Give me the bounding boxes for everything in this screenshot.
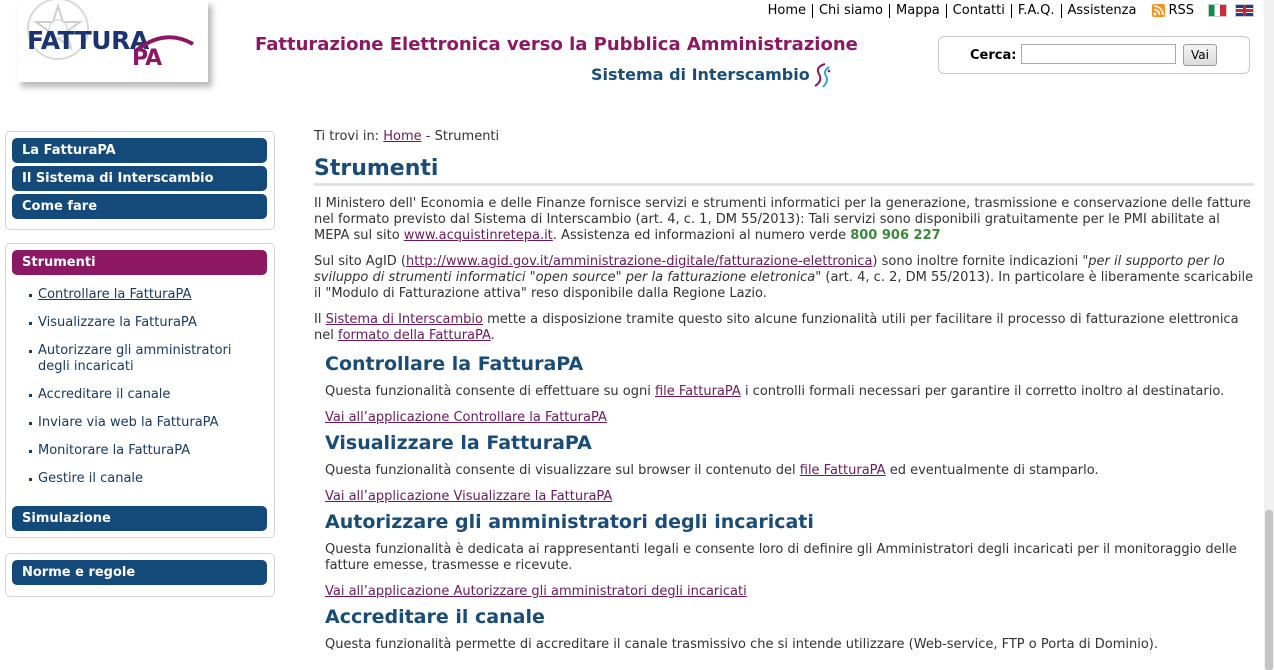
sidebar-item-come-fare[interactable]: Come fare xyxy=(12,194,267,219)
rss-label: RSS xyxy=(1168,3,1194,18)
sidebar-item-norme-regole[interactable]: Norme e regole xyxy=(12,560,267,585)
breadcrumb-home-link[interactable]: Home xyxy=(383,129,421,144)
site-logo[interactable]: FATTURA PA xyxy=(17,0,208,82)
sidebar-panel-main: La FatturaPA Il Sistema di Interscambio … xyxy=(5,131,275,230)
app-link-autorizzare[interactable]: Vai all’applicazione Autorizzare gli amm… xyxy=(325,584,747,599)
breadcrumb-prefix: Ti trovi in: xyxy=(314,129,380,144)
scrollbar-thumb[interactable] xyxy=(1265,510,1273,670)
submenu-link-visualizzare[interactable]: Visualizzare la FatturaPA xyxy=(38,315,197,330)
bullet-icon xyxy=(29,350,32,353)
bullet-icon xyxy=(29,450,32,453)
intro2-text-a: Sul sito AgID ( xyxy=(314,254,406,269)
section-description: Questa funzionalità consente di effettua… xyxy=(325,384,1258,400)
submenu-item[interactable]: Controllare la FatturaPA xyxy=(29,287,258,303)
main-content: Ti trovi in: Home - Strumenti Strumenti … xyxy=(314,129,1258,653)
section-description: Questa funzionalità permette di accredit… xyxy=(325,637,1158,652)
submenu-link-gestire[interactable]: Gestire il canale xyxy=(38,471,143,486)
topnav-mappa[interactable]: Mappa xyxy=(890,3,947,18)
intro1-text-b: . Assistenza ed informazioni al numero v… xyxy=(552,228,847,243)
intro-paragraph-2: Sul sito AgID (http://www.agid.gov.it/am… xyxy=(314,254,1258,302)
logo-wordmark: FATTURA xyxy=(27,26,149,55)
section-accreditare: Accreditare il canale Questa funzionalit… xyxy=(314,606,1258,653)
rss-icon xyxy=(1152,4,1166,17)
bullet-icon xyxy=(29,294,32,297)
intro2-text-b: ) sono inoltre fornite indicazioni xyxy=(872,254,1079,269)
site-subtitle: Sistema di Interscambio xyxy=(591,65,810,84)
section-description: Questa funzionalità è dedicata ai rappre… xyxy=(325,542,1237,573)
en-flag-icon[interactable] xyxy=(1235,4,1254,17)
rss-link[interactable]: RSS xyxy=(1142,3,1200,18)
submenu-link-autorizzare[interactable]: Autorizzare gli amministratori degli inc… xyxy=(38,343,232,374)
submenu-link-monitorare[interactable]: Monitorare la FatturaPA xyxy=(38,443,190,458)
agid-link[interactable]: http://www.agid.gov.it/amministrazione-d… xyxy=(406,254,872,269)
submenu-item[interactable]: Gestire il canale xyxy=(29,471,258,487)
section-visualizzare: Visualizzare la FatturaPA Questa funzion… xyxy=(314,432,1258,504)
page-title: Strumenti xyxy=(314,156,1254,186)
section-description: Questa funzionalità consente di visualiz… xyxy=(325,463,1258,479)
sidebar-item-la-fatturapa[interactable]: La FatturaPA xyxy=(12,138,267,163)
section-title: Visualizzare la FatturaPA xyxy=(325,432,592,454)
topnav-contatti[interactable]: Contatti xyxy=(947,3,1012,18)
site-title: Fatturazione Elettronica verso la Pubbli… xyxy=(255,34,858,55)
submenu-link-inviare[interactable]: Inviare via web la FatturaPA xyxy=(38,415,219,430)
submenu-link-controllare[interactable]: Controllare la FatturaPA xyxy=(38,287,191,302)
section-title: Controllare la FatturaPA xyxy=(325,353,584,375)
submenu-item[interactable]: Inviare via web la FatturaPA xyxy=(29,415,258,431)
sidebar-item-strumenti[interactable]: Strumenti xyxy=(12,250,267,275)
sidebar-item-sistema-interscambio[interactable]: Il Sistema di Interscambio xyxy=(12,166,267,191)
search-input[interactable] xyxy=(1021,44,1176,64)
section-autorizzare: Autorizzare gli amministratori degli inc… xyxy=(314,511,1258,599)
submenu-link-accreditare[interactable]: Accreditare il canale xyxy=(38,387,170,402)
toll-free-number: 800 906 227 xyxy=(850,228,941,243)
search-label: Cerca: xyxy=(970,48,1017,63)
search-button[interactable]: Vai xyxy=(1183,44,1217,66)
intro-paragraph-3: Il Sistema di Interscambio mette a dispo… xyxy=(314,312,1258,344)
submenu-item[interactable]: Visualizzare la FatturaPA xyxy=(29,315,258,331)
it-flag-icon[interactable] xyxy=(1208,4,1227,17)
sidebar-panel-norme: Norme e regole xyxy=(5,553,275,597)
section-title: Autorizzare gli amministratori degli inc… xyxy=(325,511,814,533)
app-link-visualizzare[interactable]: Vai all’applicazione Visualizzare la Fat… xyxy=(325,489,612,504)
formato-fatturapa-link[interactable]: formato della FatturaPA xyxy=(338,328,491,343)
search-panel: Cerca: Vai xyxy=(938,36,1250,74)
acquistinretepa-link[interactable]: www.acquistinretepa.it xyxy=(404,228,553,243)
breadcrumb-current: Strumenti xyxy=(434,129,500,144)
breadcrumb-separator: - xyxy=(425,129,431,144)
sistema-interscambio-link[interactable]: Sistema di Interscambio xyxy=(326,312,483,327)
section-title: Accreditare il canale xyxy=(325,606,545,628)
intro-paragraph-1: Il Ministero dell' Economia e delle Fina… xyxy=(314,196,1258,244)
app-link-controllare[interactable]: Vai all’applicazione Controllare la Fatt… xyxy=(325,410,607,425)
bullet-icon xyxy=(29,422,32,425)
section-desc-a: Questa funzionalità consente di effettua… xyxy=(325,384,651,399)
sidebar-submenu: Controllare la FatturaPA Visualizzare la… xyxy=(29,287,258,499)
sidebar-panel-strumenti: Strumenti Controllare la FatturaPA Visua… xyxy=(5,243,275,538)
submenu-item[interactable]: Accreditare il canale xyxy=(29,387,258,403)
section-desc-b: i controlli formali necessari per garant… xyxy=(744,384,1225,399)
top-navigation: Home Chi siamo Mappa Contatti F.A.Q. Ass… xyxy=(768,3,1254,18)
file-fatturapa-link[interactable]: file FatturaPA xyxy=(655,384,741,399)
bullet-icon xyxy=(29,394,32,397)
topnav-faq[interactable]: F.A.Q. xyxy=(1012,3,1062,18)
file-fatturapa-link[interactable]: file FatturaPA xyxy=(800,463,886,478)
topnav-chi-siamo[interactable]: Chi siamo xyxy=(813,3,891,18)
vertical-scrollbar[interactable] xyxy=(1264,0,1274,670)
topnav-home[interactable]: Home xyxy=(768,3,813,18)
sidebar-item-simulazione[interactable]: Simulazione xyxy=(12,506,267,531)
topnav-assistenza[interactable]: Assistenza xyxy=(1062,3,1143,18)
logo-pa-mark: PA xyxy=(132,46,162,71)
intro3-text-c: . xyxy=(490,328,495,343)
sdi-logo-icon xyxy=(814,63,831,88)
intro3-text-a: Il xyxy=(314,312,322,327)
submenu-item[interactable]: Autorizzare gli amministratori degli inc… xyxy=(29,343,258,375)
bullet-icon xyxy=(29,478,32,481)
submenu-item[interactable]: Monitorare la FatturaPA xyxy=(29,443,258,459)
section-desc-a: Questa funzionalità consente di visualiz… xyxy=(325,463,796,478)
breadcrumb: Ti trovi in: Home - Strumenti xyxy=(314,129,1258,147)
section-desc-b: ed eventualmente di stamparlo. xyxy=(889,463,1099,478)
section-controllare: Controllare la FatturaPA Questa funziona… xyxy=(314,353,1258,425)
bullet-icon xyxy=(29,322,32,325)
